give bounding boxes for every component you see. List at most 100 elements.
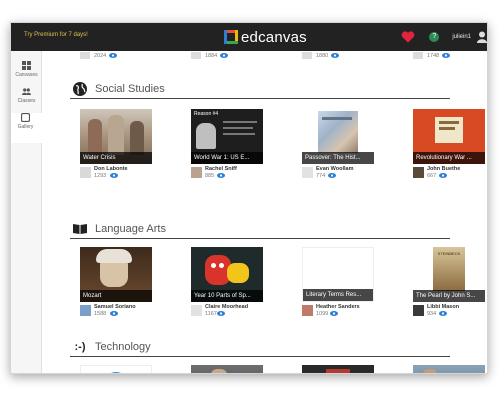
eye-icon <box>439 173 447 178</box>
canvas-card[interactable]: Water Crisis Don Labonte 1293 <box>80 109 152 182</box>
author-avatar <box>302 167 313 178</box>
card-title: Literary Terms Res... <box>303 289 373 301</box>
eye-icon <box>442 53 451 58</box>
author-avatar <box>413 305 424 316</box>
prev-stat: 2024 <box>80 52 118 59</box>
card-thumbnail: Literary Terms Res... <box>302 247 374 302</box>
card-thumbnail <box>191 365 263 373</box>
eye-icon <box>217 173 225 178</box>
author-name[interactable]: Evan Woollam <box>316 166 354 172</box>
card-thumbnail <box>413 365 485 373</box>
sidebar-item-label: Classes <box>17 98 36 104</box>
logo-text: edcanvas <box>241 28 307 46</box>
canvas-card[interactable] <box>191 365 263 373</box>
canvas-card[interactable] <box>413 365 485 373</box>
author-avatar <box>302 305 313 316</box>
view-count: 1880 <box>316 52 329 59</box>
view-count: 667 <box>427 173 437 179</box>
card-title: World War 1: US E... <box>191 152 263 164</box>
author-name[interactable]: Heather Sanders <box>316 304 360 310</box>
view-count: 934 <box>427 311 437 317</box>
view-count: 1884 <box>205 52 218 59</box>
card-title: The Pearl by John S... <box>413 290 485 302</box>
logo[interactable]: edcanvas <box>224 27 307 47</box>
canvas-card[interactable]: Revolutionary War ... John Buethe 667 <box>413 109 485 182</box>
card-title: Water Crisis <box>80 152 152 164</box>
help-icon[interactable]: ? <box>429 32 440 42</box>
thumbnail-text: STEINBECK <box>437 251 461 256</box>
card-thumbnail: Mozart <box>80 247 152 302</box>
author-name[interactable]: Rachel Sniff <box>205 166 237 172</box>
eye-icon <box>328 173 336 178</box>
section-title: Technology <box>95 340 151 353</box>
eye-icon <box>331 53 340 58</box>
canvas-card[interactable] <box>302 365 374 373</box>
card-title: Passover: The Hist... <box>302 152 374 164</box>
section-header-social-studies: Social Studies <box>70 79 450 99</box>
view-count: 1588 <box>94 311 107 317</box>
thumbnail-text: Reason #4 <box>194 111 219 117</box>
eye-icon <box>330 311 338 316</box>
prev-stat: 1880 <box>302 52 340 59</box>
prev-stat: 1748 <box>413 52 451 59</box>
previous-row-stats: 2024 1884 1880 1748 <box>42 51 487 61</box>
section-title: Social Studies <box>95 82 165 95</box>
card-thumbnail: Revolutionary War ... <box>413 109 485 164</box>
prev-stat: 1884 <box>191 52 229 59</box>
eye-icon <box>439 311 447 316</box>
author-avatar <box>80 167 91 178</box>
canvas-card[interactable]: Mozart Samuel Soriano 1588 <box>80 247 152 320</box>
author-name[interactable]: Samuel Soriano <box>94 304 136 310</box>
user-avatar-icon[interactable] <box>477 31 487 43</box>
gallery-icon <box>21 113 30 122</box>
author-avatar <box>191 305 202 316</box>
canvas-card[interactable]: STEINBECK The Pearl by John S... Libbi M… <box>413 247 485 320</box>
canvas-card[interactable]: Year 10 Parts of Sp... Claire Moorhead 1… <box>191 247 263 320</box>
grid-icon <box>22 61 31 70</box>
view-count: 1293 <box>94 173 107 179</box>
canvas-card[interactable]: Reason #4 World War 1: US E... Rachel Sn… <box>191 109 263 182</box>
canvas-card[interactable]: Literary Terms Res... Heather Sanders 10… <box>302 247 374 320</box>
card-title: Year 10 Parts of Sp... <box>191 290 263 302</box>
view-count: 1167 <box>205 311 217 317</box>
logo-icon <box>224 30 238 44</box>
author-avatar <box>80 305 91 316</box>
sidebar: Canvases Classes Gallery <box>11 51 42 373</box>
section-title: Language Arts <box>95 222 166 235</box>
app-window: Try Premium for 7 days! edcanvas ? julie… <box>10 22 488 374</box>
card-title: Revolutionary War ... <box>413 152 485 164</box>
emoticon-icon: :-) <box>74 340 86 353</box>
sidebar-item-label: Canvases <box>15 72 38 78</box>
heart-icon[interactable] <box>401 30 415 44</box>
card-thumbnail: Year 10 Parts of Sp... <box>191 247 263 302</box>
canvas-card[interactable]: Passover: The Hist... Evan Woollam 774 <box>302 109 374 182</box>
book-icon <box>70 221 90 237</box>
view-count: 774 <box>316 173 326 179</box>
card-thumbnail: STEINBECK The Pearl by John S... <box>413 247 485 302</box>
card-thumbnail: Reason #4 World War 1: US E... <box>191 109 263 164</box>
sidebar-item-label: Gallery <box>17 124 34 130</box>
card-thumbnail <box>80 365 152 373</box>
author-name[interactable]: Don Labonte <box>94 166 128 172</box>
author-avatar <box>191 167 202 178</box>
author-name[interactable]: John Buethe <box>427 166 460 172</box>
premium-link[interactable]: Try Premium for 7 days! <box>24 32 88 38</box>
globe-icon <box>70 81 90 97</box>
author-name[interactable]: Libbi Mason <box>427 304 459 310</box>
eye-icon <box>217 311 225 316</box>
card-thumbnail: Passover: The Hist... <box>302 109 374 164</box>
eye-icon <box>110 173 118 178</box>
view-count: 885 <box>205 173 215 179</box>
top-bar: Try Premium for 7 days! edcanvas ? julie… <box>11 23 487 51</box>
username[interactable]: juliein1 <box>452 34 471 40</box>
gallery-content: 2024 1884 1880 1748 Social Studies Water… <box>42 51 487 373</box>
people-icon <box>22 88 31 95</box>
sidebar-item-gallery[interactable]: Gallery <box>11 113 42 143</box>
canvas-card[interactable] <box>80 365 152 373</box>
view-count: 1099 <box>316 311 329 317</box>
view-count: 2024 <box>94 52 107 59</box>
author-name[interactable]: Claire Moorhead <box>205 304 248 310</box>
section-header-language-arts: Language Arts <box>70 219 450 239</box>
section-header-technology: :-) Technology <box>70 337 450 357</box>
view-count: 1748 <box>427 52 440 59</box>
